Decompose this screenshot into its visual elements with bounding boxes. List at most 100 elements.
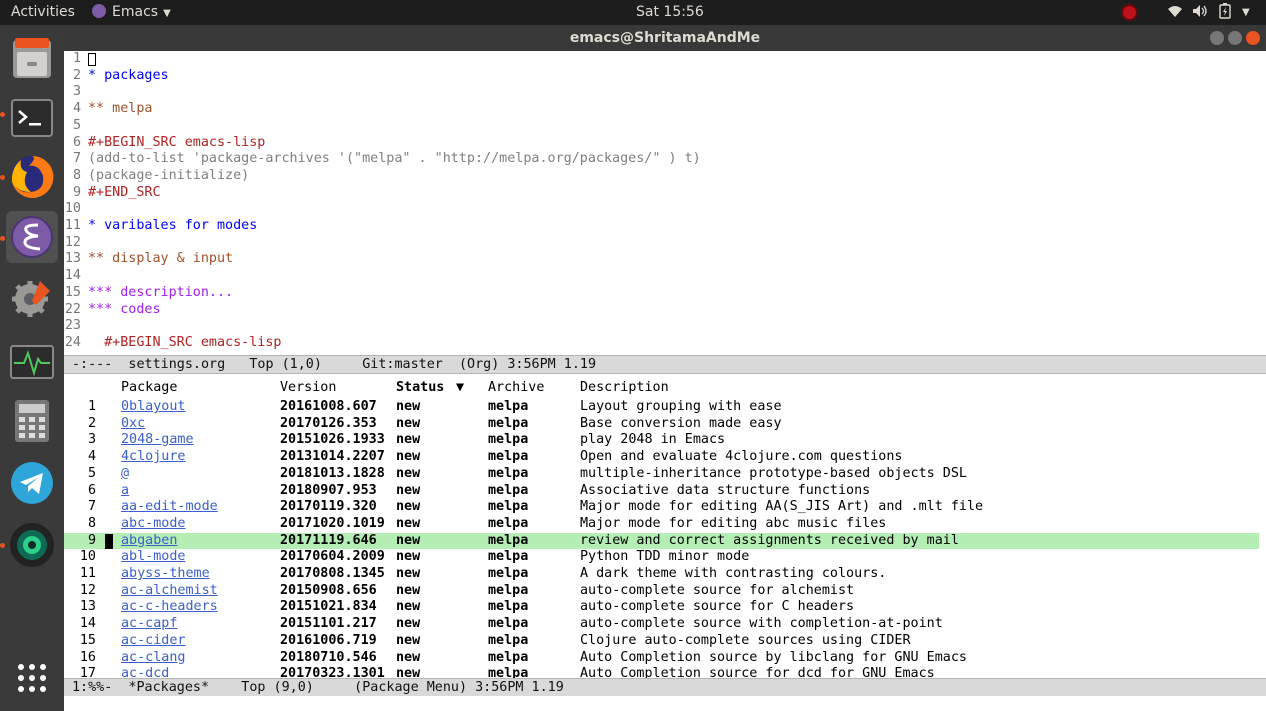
package-archive: melpa (488, 582, 529, 598)
column-header-description[interactable]: Description (580, 380, 669, 395)
package-name-link[interactable]: abl-mode (121, 549, 186, 566)
package-row[interactable]: 14 ac-capf 20151101.217 new melpa auto-comple… (64, 616, 1259, 633)
package-name-link[interactable]: ac-cider (121, 633, 186, 650)
package-name-link[interactable]: abyss-theme (121, 566, 210, 583)
package-row[interactable]: 4 4clojure 20131014.2207 new melpa Open and e… (64, 449, 1259, 466)
running-indicator (0, 543, 5, 548)
package-name-link[interactable]: 0xc (121, 416, 145, 433)
package-name-link[interactable]: ac-alchemist (121, 583, 218, 600)
org-line[interactable]: 6 #+BEGIN_SRC emacs-lisp (64, 135, 1266, 152)
package-name-link[interactable]: ac-c-headers (121, 599, 218, 616)
minibuffer[interactable] (64, 696, 1266, 711)
text-cursor (88, 53, 96, 66)
package-version: 20180710.546 (280, 649, 377, 665)
line-number: 8 (72, 167, 81, 183)
activities-button[interactable]: Activities (11, 0, 75, 25)
package-name-link[interactable]: ac-capf (121, 616, 177, 633)
column-header-archive[interactable]: Archive (488, 380, 544, 395)
package-name-link[interactable]: abc-mode (121, 516, 186, 533)
row-number: 3 (87, 432, 96, 448)
package-row[interactable]: 6 a 20180907.953 new melpa Associative data s… (64, 483, 1259, 500)
column-header-status[interactable]: Status (396, 380, 444, 395)
app-menu[interactable]: Emacs ▼ (92, 0, 171, 25)
package-row[interactable]: 11 abyss-theme 20170808.1345 new melpa A dark… (64, 566, 1259, 583)
package-name-link[interactable]: ac-clang (121, 650, 186, 667)
line-number: 9 (72, 184, 81, 200)
org-line[interactable]: 24 #+BEGIN_SRC emacs-lisp (64, 335, 1266, 352)
package-name-link[interactable]: aa-edit-mode (121, 499, 218, 516)
package-row[interactable]: 2 0xc 20170126.353 new melpa Base conversion … (64, 416, 1259, 433)
org-line[interactable]: 23 (64, 318, 1266, 335)
minimize-icon[interactable] (1210, 31, 1224, 45)
app-grid-icon[interactable] (6, 652, 58, 704)
files-icon[interactable] (6, 32, 58, 84)
emacs-icon[interactable] (6, 211, 58, 263)
package-row[interactable]: 10 abl-mode 20170604.2009 new melpa Python TD… (64, 549, 1259, 566)
row-cursor (105, 533, 113, 549)
org-line[interactable]: 7 (add-to-list 'package-archives '("melpa… (64, 151, 1266, 168)
org-line[interactable]: 15 *** description... (64, 285, 1266, 302)
org-line[interactable]: 4 ** melpa (64, 101, 1266, 118)
package-name-link[interactable]: abgaben (121, 533, 177, 550)
package-description: Major mode for editing AA(S_JIS Art) and… (580, 499, 984, 515)
maximize-icon[interactable] (1228, 31, 1242, 45)
volume-icon[interactable] (1192, 0, 1208, 25)
window-titlebar[interactable]: emacs@ShritamaAndMe (64, 25, 1266, 51)
org-line[interactable]: 8 (package-initialize) (64, 168, 1266, 185)
battery-icon[interactable] (1219, 0, 1231, 25)
org-line[interactable]: 10 (64, 201, 1266, 218)
package-row[interactable]: 7 aa-edit-mode 20170119.320 new melpa Major m… (64, 499, 1259, 516)
package-name-link[interactable]: @ (121, 466, 129, 483)
package-archive: melpa (488, 449, 529, 465)
modeline-settings[interactable]: -:--- settings.org Top (1,0) Git:master … (64, 355, 1266, 374)
package-description: Auto Completion source by libclang for G… (580, 649, 967, 665)
package-row[interactable]: 9 abgaben 20171119.646 new melpa review and c… (64, 532, 1259, 550)
org-buffer[interactable]: 1 2 * packages 3 4 ** melpa 5 6 #+BEGIN_SRC emac… (64, 51, 1266, 381)
org-line[interactable]: 1 (64, 51, 1266, 68)
org-line[interactable]: 3 (64, 84, 1266, 101)
package-name-link[interactable]: a (121, 483, 129, 500)
system-monitor-icon[interactable] (6, 336, 58, 388)
org-line[interactable]: 22 *** codes (64, 302, 1266, 319)
package-row[interactable]: 12 ac-alchemist 20150908.656 new melpa auto-c… (64, 583, 1259, 600)
column-header-version[interactable]: Version (280, 380, 336, 395)
org-line[interactable]: 12 (64, 235, 1266, 252)
firefox-icon[interactable] (6, 151, 58, 203)
row-number: 7 (87, 499, 96, 515)
modeline-packages[interactable]: 1:%%- *Packages* Top (9,0) (Package Menu… (64, 678, 1266, 697)
system-menu-arrow-icon[interactable]: ▼ (1242, 0, 1250, 25)
org-line[interactable]: 5 (64, 118, 1266, 135)
clock[interactable]: Sat 15:56 (636, 0, 704, 25)
telegram-icon[interactable] (6, 457, 58, 509)
close-icon[interactable] (1246, 31, 1260, 45)
settings-icon[interactable] (6, 271, 58, 323)
record-indicator-icon[interactable] (1121, 4, 1138, 21)
org-line[interactable]: 14 (64, 268, 1266, 285)
package-name-link[interactable]: 0blayout (121, 399, 186, 416)
package-description: Associative data structure functions (580, 482, 871, 498)
package-version: 20131014.2207 (280, 449, 385, 465)
row-number: 12 (79, 582, 96, 598)
package-status: new (396, 582, 421, 598)
org-line[interactable]: 9 #+END_SRC (64, 185, 1266, 202)
terminal-icon[interactable] (6, 92, 58, 144)
package-name-link[interactable]: 2048-game (121, 432, 194, 449)
package-row[interactable]: 5 @20181013.1828 new melpa multiple-inherita… (64, 466, 1259, 483)
org-line[interactable]: 13 ** display & input (64, 251, 1266, 268)
column-header-package[interactable]: Package (121, 380, 177, 395)
package-name-link[interactable]: 4clojure (121, 449, 186, 466)
package-row[interactable]: 15 ac-cider 20161006.719 new melpa Clojure au… (64, 633, 1259, 650)
wifi-icon[interactable] (1167, 0, 1183, 25)
package-row[interactable]: 3 2048-game 20151026.1933 new melpa play 2048… (64, 432, 1259, 449)
package-row[interactable]: 16 ac-clang 20180710.546 new melpa Auto Compl… (64, 650, 1259, 667)
package-description: Open and evaluate 4clojure.com questions (580, 449, 903, 465)
package-row[interactable]: 8 abc-mode 20171020.1019 new melpa Major mode… (64, 516, 1259, 533)
package-row[interactable]: 13 ac-c-headers 20151021.834 new melpa auto-c… (64, 599, 1259, 616)
line-text: #+END_SRC (88, 184, 161, 200)
org-line[interactable]: 2 * packages (64, 68, 1266, 85)
org-line[interactable]: 11 * varibales for modes (64, 218, 1266, 235)
package-row[interactable]: 1 0blayout 20161008.607 new melpa Layout grou… (64, 399, 1259, 416)
package-list[interactable]: 1 0blayout 20161008.607 new melpa Layout grou… (64, 399, 1266, 681)
camera-icon[interactable] (6, 519, 58, 571)
calculator-icon[interactable] (6, 395, 58, 447)
